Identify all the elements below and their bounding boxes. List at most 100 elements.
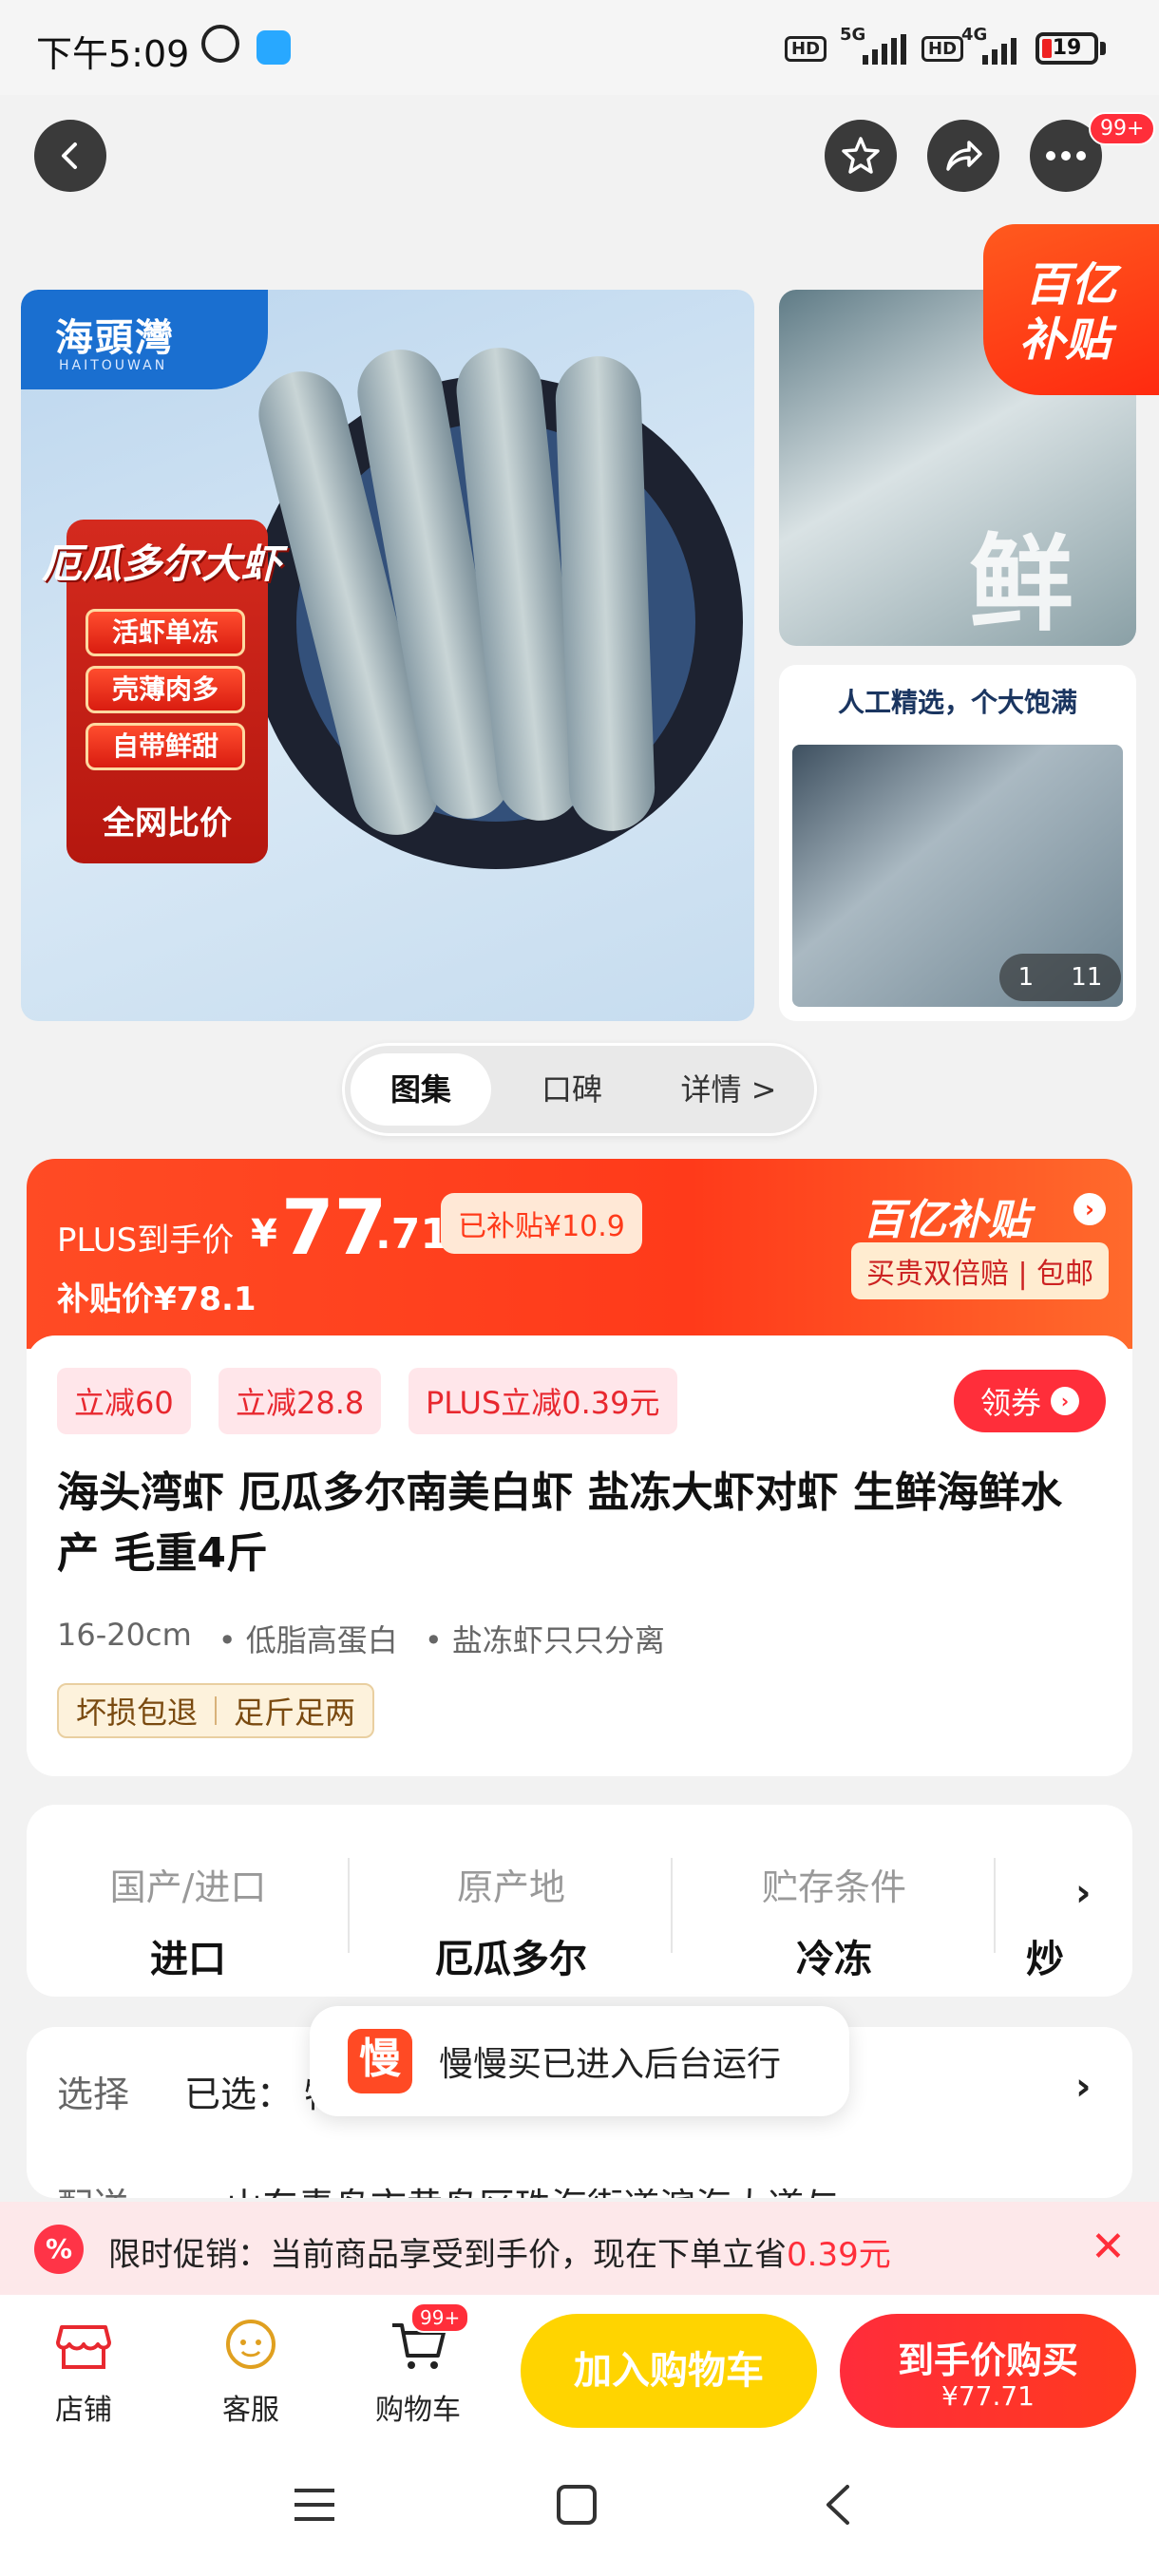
back-icon: [62, 142, 77, 169]
promo-footer: 全网比价: [103, 805, 232, 843]
buy-now-label: 到手价购买: [897, 2339, 1078, 2381]
attribute: • 盐冻虾只只分离: [424, 1622, 665, 1658]
divider: [215, 1696, 218, 1725]
subsidy-program-logo[interactable]: 百亿补贴: [863, 1185, 1030, 1246]
subsidized-tag: 已补贴¥10.9: [441, 1193, 642, 1254]
promo-title: 厄瓜多尔大虾: [42, 540, 282, 587]
service-full-weight: 足斤足两: [234, 1695, 356, 1731]
selection-label: 选择: [57, 2074, 130, 2115]
spec-item: 原产地 厄瓜多尔: [350, 1805, 673, 1997]
buy-now-price: ¥77.71: [941, 2380, 1035, 2412]
promo-message-text: 限时促销：当前商品享受到手价，现在下单立省: [108, 2236, 787, 2274]
spec-key: 贮存条件: [761, 1866, 906, 1908]
share-button[interactable]: [927, 120, 999, 192]
price-currency: ¥: [251, 1212, 277, 1256]
price-header: PLUS到手价 ¥ 77 .71 已补贴¥10.9 补贴价¥78.1 百亿补贴 …: [27, 1159, 1132, 1349]
price-card: PLUS到手价 ¥ 77 .71 已补贴¥10.9 补贴价¥78.1 百亿补贴 …: [27, 1159, 1132, 1776]
product-attributes: 16-20cm • 低脂高蛋白 • 盐冻虾只只分离: [57, 1617, 665, 1660]
spec-card[interactable]: 国产/进口 进口 原产地 厄瓜多尔 贮存条件 冷冻 炒 ›: [27, 1805, 1132, 1997]
shop-button[interactable]: 店铺: [17, 2304, 150, 2428]
chevron-right-icon[interactable]: ›: [1074, 1193, 1106, 1225]
tab-details[interactable]: 详情 >: [653, 1053, 805, 1126]
status-bar: 下午5:09 HD 5G HD 4G 19: [0, 0, 1159, 95]
system-navigation-bar: [0, 2437, 1159, 2576]
spec-value: 冷冻: [796, 1938, 872, 1981]
media-tabs: 图集 口碑 详情 >: [342, 1043, 817, 1136]
bottom-action-bar: 店铺 客服 购物车 99+ 加入购物车 到手价购买 ¥77.71: [0, 2295, 1159, 2437]
promo-pill: 活虾单冻: [86, 609, 245, 656]
divider: [994, 1858, 996, 1953]
hd-badge: HD: [785, 36, 827, 62]
background-run-toast: 慢 慢慢买已进入后台运行: [310, 2006, 849, 2116]
message-badge: 99+: [1089, 112, 1156, 145]
attribute: • 低脂高蛋白: [218, 1622, 398, 1658]
customer-service-icon: [226, 2320, 276, 2369]
subsidy-badge: 百亿 补贴: [983, 224, 1159, 395]
coupon-tag: PLUS立减0.39元: [408, 1368, 677, 1434]
plus-price-label: PLUS到手价: [57, 1222, 235, 1260]
battery-tip: [1100, 42, 1106, 55]
subsidy-price: 补贴价¥78.1: [57, 1280, 256, 1318]
alarm-icon: [201, 25, 239, 63]
service-damage-refund: 坏损包退: [76, 1695, 199, 1731]
brand-logo: 海頭灣 HAITOUWAN: [21, 290, 268, 389]
thumbnail-caption: 人工精选，个大饱满: [837, 687, 1077, 718]
customer-service-button[interactable]: 客服: [184, 2304, 317, 2428]
buy-now-button[interactable]: 到手价购买 ¥77.71: [840, 2314, 1136, 2428]
manmanmai-app-icon: 慢: [348, 2029, 412, 2093]
brand-subtitle: HAITOUWAN: [59, 358, 168, 373]
product-info: 立减60 立减28.8 PLUS立减0.39元 领券 › 海头湾虾 厄瓜多尔南美白…: [27, 1335, 1132, 1776]
promo-message: 限时促销：当前商品享受到手价，现在下单立省0.39元: [108, 2228, 891, 2275]
tab-reviews[interactable]: 口碑: [501, 1053, 643, 1126]
promo-pill: 壳薄肉多: [86, 666, 245, 713]
chevron-right-icon[interactable]: ›: [1075, 2065, 1091, 2109]
coupon-tag: 立减28.8: [218, 1368, 382, 1434]
promo-amount: 0.39元: [787, 2236, 891, 2274]
spec-item: 贮存条件 冷冻: [673, 1805, 996, 1997]
cart-label: 购物车: [375, 2394, 461, 2427]
signal-icon: [982, 34, 1016, 65]
add-to-cart-button[interactable]: 加入购物车: [521, 2314, 817, 2428]
subsidy-badge-line2: 补贴: [1019, 313, 1112, 367]
favorite-button[interactable]: [825, 120, 897, 192]
customer-service-label: 客服: [222, 2394, 279, 2427]
spec-key: 原产地: [456, 1866, 565, 1908]
close-icon[interactable]: ✕: [1091, 2223, 1126, 2271]
cart-badge: 99+: [410, 2302, 470, 2333]
promo-banner[interactable]: % 限时促销：当前商品享受到手价，现在下单立省0.39元 ✕: [0, 2202, 1159, 2295]
price-decimal: .71: [375, 1210, 449, 1259]
thumbnail-image[interactable]: 人工精选，个大饱满 1 11: [779, 665, 1136, 1021]
battery-level: 19: [1052, 36, 1082, 60]
service-badges[interactable]: 坏损包退 足斤足两: [57, 1683, 375, 1738]
price-integer: 77: [281, 1184, 388, 1272]
tab-gallery[interactable]: 图集: [351, 1053, 491, 1126]
app-notification-icon: [256, 30, 291, 65]
image-counter-total: 11: [1071, 963, 1103, 992]
menu-icon[interactable]: [293, 2485, 336, 2525]
main-product-image[interactable]: 海頭灣 HAITOUWAN 厄瓜多尔大虾 活虾单冻 壳薄肉多 自带鲜甜 全网比价: [21, 290, 754, 1021]
image-counter-current: 1: [1017, 963, 1035, 992]
chevron-right-icon[interactable]: ›: [1075, 1871, 1091, 1915]
store-icon: [56, 2325, 111, 2369]
chevron-right-icon: ›: [1051, 1387, 1079, 1415]
get-coupon-button[interactable]: 领券 ›: [954, 1370, 1106, 1432]
back-button[interactable]: [34, 120, 106, 192]
spec-value: 厄瓜多尔: [435, 1938, 587, 1981]
get-coupon-label: 领券: [979, 1385, 1041, 1421]
watermark-char: 鲜: [969, 522, 1074, 645]
toast-message: 慢慢买已进入后台运行: [439, 2045, 782, 2084]
brand-name: 海頭灣: [55, 316, 175, 360]
home-icon[interactable]: [555, 2483, 598, 2527]
shop-label: 店铺: [55, 2394, 112, 2427]
share-icon: [946, 141, 982, 171]
spec-value-truncated: 炒: [1026, 1938, 1064, 1981]
spec-value: 进口: [150, 1938, 226, 1981]
delivery-address: 山东青岛市黄岛区珠海街道滨海大道与......: [226, 2177, 908, 2198]
product-title: 海头湾虾 厄瓜多尔南美白虾 盐冻大虾对虾 生鲜海鲜水产 毛重4斤: [57, 1468, 1062, 1578]
back-nav-icon[interactable]: [819, 2483, 857, 2527]
signal-icon: [863, 34, 906, 65]
discount-icon: %: [34, 2225, 84, 2274]
attribute: 16-20cm: [57, 1617, 192, 1653]
shrimp: [554, 354, 656, 833]
star-icon: [842, 137, 880, 174]
